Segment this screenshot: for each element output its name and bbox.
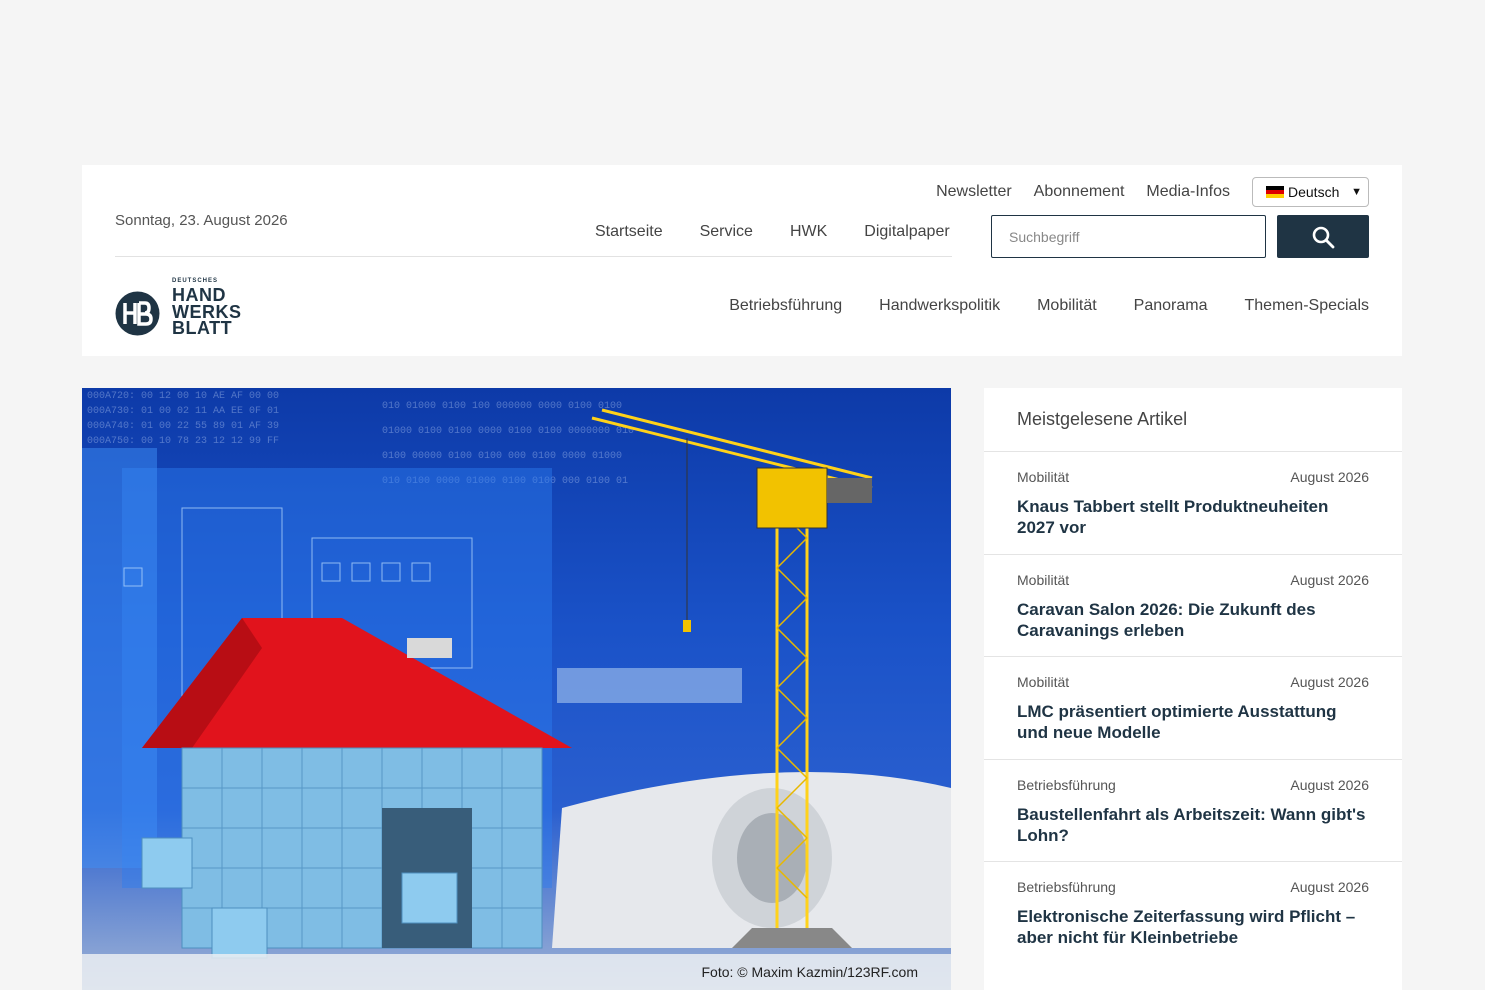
cat-panorama[interactable]: Panorama bbox=[1134, 297, 1208, 315]
svg-text:010 01000 0100 100 000000 0000: 010 01000 0100 100 000000 0000 0100 0100 bbox=[382, 401, 622, 412]
language-label: Deutsch bbox=[1288, 184, 1340, 200]
top-links: Newsletter Abonnement Media-Infos Deutsc… bbox=[936, 177, 1369, 207]
language-select[interactable]: Deutsch ▼ bbox=[1252, 177, 1369, 207]
article-date: August 2026 bbox=[1290, 469, 1369, 485]
article-title[interactable]: Caravan Salon 2026: Die Zukunft des Cara… bbox=[1017, 599, 1369, 642]
image-caption: Foto: © Maxim Kazmin/123RF.com bbox=[82, 954, 951, 990]
article-title[interactable]: LMC präsentiert optimierte Ausstattung u… bbox=[1017, 701, 1369, 744]
nav-digitalpaper[interactable]: Digitalpaper bbox=[864, 223, 949, 241]
list-item[interactable]: Mobilität August 2026 Knaus Tabbert stel… bbox=[984, 452, 1402, 555]
logo-mark-icon bbox=[115, 291, 160, 336]
list-item[interactable]: Mobilität August 2026 LMC präsentiert op… bbox=[984, 657, 1402, 760]
cat-mobilitaet[interactable]: Mobilität bbox=[1037, 297, 1097, 315]
svg-text:000A720: 00 12 00 10 AE AF 00: 000A720: 00 12 00 10 AE AF 00 00 bbox=[87, 391, 279, 402]
cat-themen-specials[interactable]: Themen-Specials bbox=[1245, 297, 1370, 315]
article-date: August 2026 bbox=[1290, 674, 1369, 690]
article-title[interactable]: Elektronische Zeiterfassung wird Pflicht… bbox=[1017, 906, 1369, 949]
article-title[interactable]: Baustellenfahrt als Arbeitszeit: Wann gi… bbox=[1017, 804, 1369, 847]
svg-text:0100 00000 0100 0100 000 0100: 0100 00000 0100 0100 000 0100 0000 01000 bbox=[382, 451, 622, 462]
list-item[interactable]: Mobilität August 2026 Caravan Salon 2026… bbox=[984, 555, 1402, 657]
site-header: Newsletter Abonnement Media-Infos Deutsc… bbox=[82, 165, 1402, 356]
media-infos-link[interactable]: Media-Infos bbox=[1146, 183, 1230, 201]
main-nav: Startseite Service HWK Digitalpaper bbox=[595, 223, 950, 241]
hero-image[interactable]: 010 01000 0100 100 000000 0000 0100 0100… bbox=[82, 388, 951, 990]
logo-wordmark: DEUTSCHES HAND WERKS BLATT bbox=[172, 278, 242, 338]
german-flag-icon bbox=[1266, 186, 1284, 198]
header-divider bbox=[115, 256, 952, 257]
sidebar-title: Meistgelesene Artikel bbox=[984, 388, 1402, 452]
svg-text:000A740: 01 00 22 55 89 01 AF: 000A740: 01 00 22 55 89 01 AF 39 bbox=[87, 421, 279, 432]
svg-text:000A730: 01 00 02 11 AA EE 0F: 000A730: 01 00 02 11 AA EE 0F 01 bbox=[87, 406, 279, 417]
cat-handwerkspolitik[interactable]: Handwerkspolitik bbox=[879, 297, 1000, 315]
hero-illustration: 010 01000 0100 100 000000 0000 0100 0100… bbox=[82, 391, 951, 959]
article-title[interactable]: Knaus Tabbert stellt Produktneuheiten 20… bbox=[1017, 496, 1369, 539]
nav-service[interactable]: Service bbox=[700, 223, 753, 241]
chevron-down-icon: ▼ bbox=[1351, 186, 1362, 198]
article-date: August 2026 bbox=[1290, 879, 1369, 895]
search-placeholder: Suchbegriff bbox=[1009, 228, 1080, 245]
most-read-sidebar: Meistgelesene Artikel Mobilität August 2… bbox=[984, 388, 1402, 990]
nav-startseite[interactable]: Startseite bbox=[595, 223, 663, 241]
search-icon bbox=[1312, 226, 1335, 248]
current-date: Sonntag, 23. August 2026 bbox=[115, 212, 288, 229]
svg-text:000A750: 00 10 78 23 12 12 99: 000A750: 00 10 78 23 12 12 99 FF bbox=[87, 436, 279, 447]
article-date: August 2026 bbox=[1290, 776, 1369, 793]
list-item[interactable]: Betriebsführung August 2026 Elektronisch… bbox=[984, 862, 1402, 965]
list-item[interactable]: Betriebsführung August 2026 Baustellenfa… bbox=[984, 760, 1402, 862]
search-input[interactable]: Suchbegriff bbox=[991, 215, 1266, 258]
nav-hwk[interactable]: HWK bbox=[790, 223, 827, 241]
abonnement-link[interactable]: Abonnement bbox=[1034, 183, 1125, 201]
svg-text:01000 0100 0100 0000 0100 0100: 01000 0100 0100 0000 0100 0100 0000000 0… bbox=[382, 426, 634, 437]
search-button[interactable] bbox=[1277, 215, 1369, 258]
article-date: August 2026 bbox=[1290, 571, 1369, 588]
category-nav: Betriebsführung Handwerkspolitik Mobilit… bbox=[692, 297, 1369, 315]
site-logo[interactable]: DEUTSCHES HAND WERKS BLATT bbox=[115, 278, 242, 338]
newsletter-link[interactable]: Newsletter bbox=[936, 183, 1012, 201]
cat-betriebsfuehrung[interactable]: Betriebsführung bbox=[729, 297, 842, 315]
